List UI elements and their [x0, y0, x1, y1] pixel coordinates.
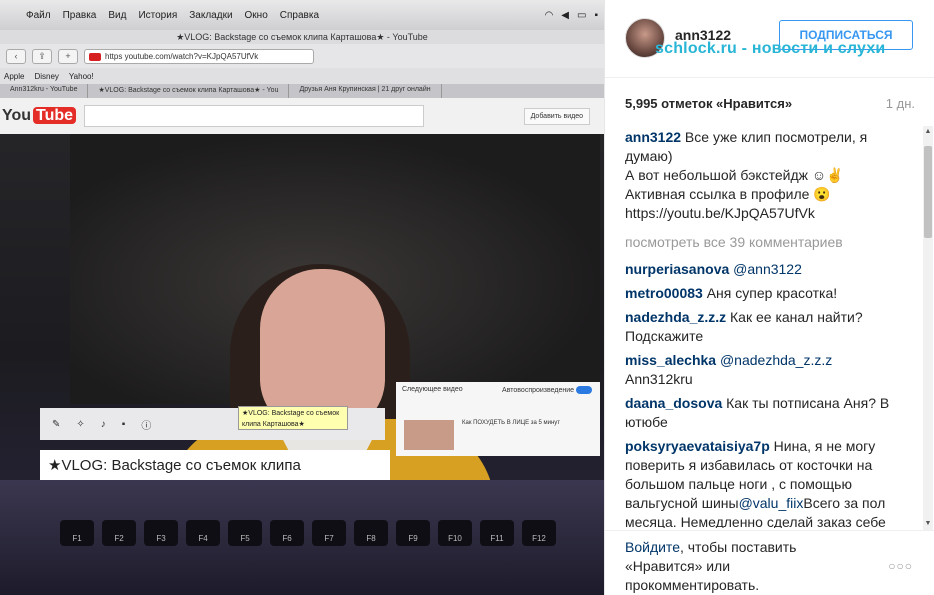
back-icon: ‹ [6, 48, 26, 64]
key: F3 [144, 520, 178, 546]
key: F4 [186, 520, 220, 546]
view-all-comments[interactable]: посмотреть все 39 комментариев [625, 233, 903, 252]
magic-wand-icon: ✧ [76, 418, 85, 430]
comment: daana_dosova Как ты потписана Аня? В ютю… [625, 395, 890, 430]
comment-user[interactable]: metro00083 [625, 285, 703, 301]
likes-count[interactable]: 5,995 отметок «Нравится» [625, 96, 792, 111]
youtube-search [84, 105, 425, 127]
key: F6 [270, 520, 304, 546]
info-icon: ⓘ [141, 420, 152, 432]
menu-item: Правка [62, 9, 97, 21]
watermark: schlock.ru - новости и слухи [655, 40, 886, 57]
caption-link: https://youtu.be/KJpQA57UfVk [625, 205, 815, 221]
scroll-up-icon[interactable]: ▲ [923, 126, 933, 138]
address-bar: https youtube.com/watch?v=KJpQA57UfVk [84, 48, 314, 64]
wifi-icon: ◠ [544, 9, 554, 21]
comment: nadezhda_z.z.z Как ее канал найти? Подск… [625, 309, 863, 344]
browser-tabs: Ann312kru - YouTube ★VLOG: Backstage со … [0, 84, 604, 98]
key: F10 [438, 520, 472, 546]
youtube-up-next: Следующее видео Автовоспроизведение Как … [396, 382, 600, 456]
tooltip: ★VLOG: Backstage со съемок клипа Карташо… [238, 406, 348, 430]
login-link[interactable]: Войдите [625, 539, 680, 555]
post-time[interactable]: 1 дн. [886, 96, 915, 111]
comments-scrollbar[interactable]: ▲ ▼ [923, 126, 933, 530]
comment-mention[interactable]: @valu_fiix [739, 495, 804, 511]
browser-tab: ★VLOG: Backstage со съемок клипа Карташо… [88, 84, 290, 98]
volume-icon: ◀ [561, 9, 569, 21]
pencil-icon: ✎ [52, 418, 61, 430]
comment-user[interactable]: daana_dosova [625, 395, 722, 411]
menu-item: Справка [279, 9, 320, 21]
scroll-down-icon[interactable]: ▼ [923, 518, 933, 530]
mac-menubar: Файл Правка Вид История Закладки Окно Сп… [0, 0, 604, 30]
comments-list: ann3122 Все уже клип посмотрели, я думаю… [625, 128, 903, 528]
comment: miss_alechka @nadezhda_z.z.z Ann312kru [625, 352, 833, 387]
comment-user[interactable]: ann3122 [625, 129, 681, 145]
key: F11 [480, 520, 514, 546]
key: F5 [228, 520, 262, 546]
browser-window-title: ★VLOG: Backstage со съемок клипа Карташо… [0, 30, 604, 44]
key: F1 [60, 520, 94, 546]
comment: nurperiasanova @ann3122 [625, 260, 903, 279]
music-icon: ♪ [100, 418, 106, 430]
post-panel: ann3122 ПОДПИСАТЬСЯ schlock.ru - новости… [604, 0, 934, 595]
youtube-add-video: Добавить видео [523, 107, 590, 125]
video-title: ★VLOG: Backstage со съемок клипа Карташо… [40, 450, 390, 506]
key: F9 [396, 520, 430, 546]
browser-toolbar: ‹ ⇪ + https youtube.com/watch?v=KJpQA57U… [0, 44, 604, 68]
autoplay: Автовоспроизведение [502, 386, 592, 394]
more-options-icon[interactable]: ○○○ [888, 559, 913, 573]
post-footer: Войдите, чтобы поставить «Нравится» или … [605, 530, 934, 595]
next-video-title: Как ПОХУДЕТЬ В ЛИЦЕ за 5 минут [462, 420, 561, 426]
key: F12 [522, 520, 556, 546]
youtube-logo: You Tube [2, 107, 77, 125]
post-header: ann3122 ПОДПИСАТЬСЯ schlock.ru - новости… [605, 0, 934, 78]
comment-mention[interactable]: @nadezhda_z.z.z [720, 352, 832, 368]
key: F7 [312, 520, 346, 546]
system-tray: ◠ ◀ ▭ ▪ [545, 10, 604, 21]
login-prompt: Войдите, чтобы поставить «Нравится» или … [625, 539, 797, 593]
video-frame [70, 134, 600, 539]
comment-user[interactable]: nurperiasanova [625, 261, 729, 277]
browser-tab: Друзья Аня Крупинская | 21 друг онлайн [289, 84, 442, 98]
caption: ann3122 Все уже клип посмотрели, я думаю… [625, 129, 868, 221]
menu-item: Вид [108, 9, 127, 21]
bookmarks-bar: Apple Disney Yahoo! [0, 68, 604, 84]
function-key-row: F1 F2 F3 F4 F5 F6 F7 F8 F9 F10 F11 F12 [0, 520, 604, 546]
bookmark: Apple [4, 71, 25, 81]
key: F2 [102, 520, 136, 546]
bookmark: Disney [34, 71, 59, 81]
menu-item: Закладки [189, 9, 233, 21]
next-video-thumbnail [404, 420, 454, 450]
share-icon: ⇪ [32, 48, 52, 64]
autoplay-toggle-icon [576, 386, 592, 394]
new-tab-icon: + [58, 48, 78, 64]
bookmark: Yahoo! [68, 71, 94, 81]
menu-item: Окно [244, 9, 268, 21]
laptop-keyboard: F1 F2 F3 F4 F5 F6 F7 F8 F9 F10 F11 F12 [0, 480, 604, 595]
youtube-header: You Tube Добавить видео [0, 98, 604, 134]
likes-row: 5,995 отметок «Нравится» 1 дн. [625, 96, 915, 114]
comment-user[interactable]: nadezhda_z.z.z [625, 309, 726, 325]
comment-user[interactable]: poksyryaevataisiya7p [625, 438, 770, 454]
flag-icon: ▪ [594, 9, 598, 21]
comment: poksyryaevataisiya7p Нина, я не могу пов… [625, 438, 886, 528]
up-next-label: Следующее видео [402, 386, 463, 393]
post-photo: Файл Правка Вид История Закладки Окно Сп… [0, 0, 604, 595]
menu-item: Файл [26, 9, 51, 21]
battery-icon: ▭ [577, 9, 587, 21]
scrollbar-thumb[interactable] [924, 146, 932, 238]
comment: metro00083 Аня супер красотка! [625, 285, 838, 301]
comment-mention[interactable]: @ann3122 [733, 261, 802, 277]
key: F8 [354, 520, 388, 546]
menu-item: История [138, 9, 178, 21]
comment-user[interactable]: miss_alechka [625, 352, 716, 368]
browser-tab: Ann312kru - YouTube [0, 84, 89, 98]
comment-icon: ▪ [121, 418, 126, 430]
